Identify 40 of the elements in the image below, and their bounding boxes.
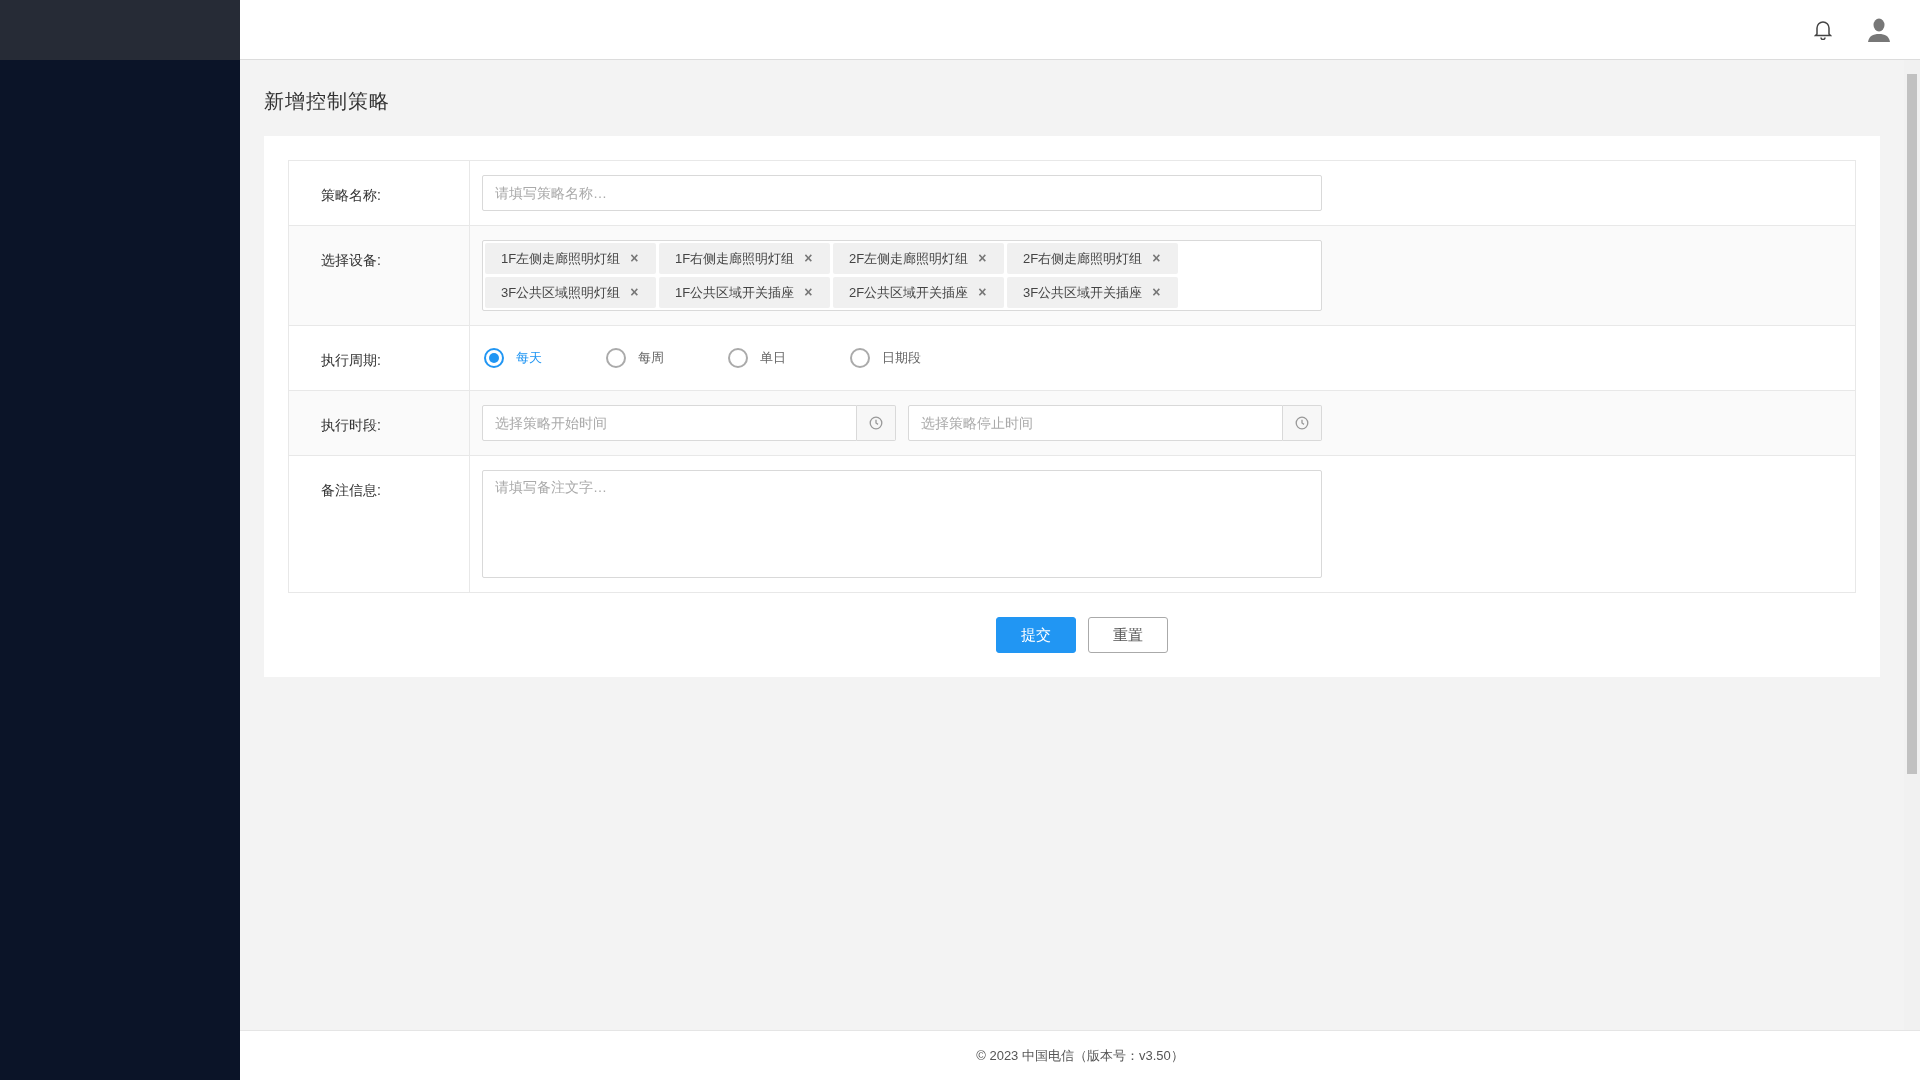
- remark-textarea[interactable]: 请填写备注文字…: [482, 470, 1322, 578]
- footer-text: © 2023 中国电信（版本号：v3.50）: [976, 1046, 1184, 1065]
- tag-remove[interactable]: ×: [1152, 282, 1161, 303]
- field-label: 备注信息:: [321, 482, 381, 498]
- submit-button[interactable]: 提交: [996, 617, 1076, 653]
- tag-label: 2F公共区域开关插座: [849, 283, 969, 302]
- radio-option[interactable]: 日期段: [850, 348, 926, 368]
- device-select[interactable]: 1F左侧走廊照明灯组 × 1F右侧走廊照明灯组 × 2F左侧走廊照明灯组 × 2F右侧走廊照明灯组 × 3F公共区域照明灯组 × 1F公共区域开关插座 × 2F公共区域开关插座 × 3F公共区域开关插座 ×: [482, 240, 1322, 311]
- name-input[interactable]: 请填写策略名称…: [482, 175, 1322, 211]
- radio-option[interactable]: 每周: [606, 348, 682, 368]
- tag-label: 3F公共区域开关插座: [1023, 283, 1143, 302]
- tag-remove[interactable]: ×: [1152, 248, 1161, 269]
- tag-label: 3F公共区域照明灯组: [501, 283, 621, 302]
- clock-icon: [869, 416, 883, 430]
- tag-remove[interactable]: ×: [630, 248, 639, 269]
- tag-label: 1F左侧走廊照明灯组: [501, 249, 621, 268]
- radio-option[interactable]: 每天: [484, 348, 560, 368]
- tag-remove[interactable]: ×: [978, 248, 987, 269]
- user-icon[interactable]: [1868, 17, 1890, 42]
- field-label: 执行周期:: [321, 352, 381, 368]
- field-label: 执行时段:: [321, 417, 381, 433]
- time-input[interactable]: 选择策略停止时间: [908, 405, 1283, 441]
- tag-remove[interactable]: ×: [630, 282, 639, 303]
- bell-icon[interactable]: [1814, 19, 1832, 40]
- tag-remove[interactable]: ×: [804, 248, 813, 269]
- radio-option[interactable]: 单日: [728, 348, 804, 368]
- tag-label: 1F公共区域开关插座: [675, 283, 795, 302]
- time-input[interactable]: 选择策略开始时间: [482, 405, 857, 441]
- time-picker-button[interactable]: [857, 405, 896, 441]
- tag-label: 1F右侧走廊照明灯组: [675, 249, 795, 268]
- tag-remove[interactable]: ×: [804, 282, 813, 303]
- reset-button[interactable]: 重置: [1088, 617, 1168, 653]
- page-title: 新增控制策略: [264, 89, 390, 114]
- tag-label: 2F右侧走廊照明灯组: [1023, 249, 1143, 268]
- field-label: 选择设备:: [321, 252, 381, 268]
- tag-label: 2F左侧走廊照明灯组: [849, 249, 969, 268]
- time-picker-button[interactable]: [1283, 405, 1322, 441]
- tag-remove[interactable]: ×: [978, 282, 987, 303]
- clock-icon: [1295, 416, 1309, 430]
- field-label: 策略名称:: [321, 187, 381, 203]
